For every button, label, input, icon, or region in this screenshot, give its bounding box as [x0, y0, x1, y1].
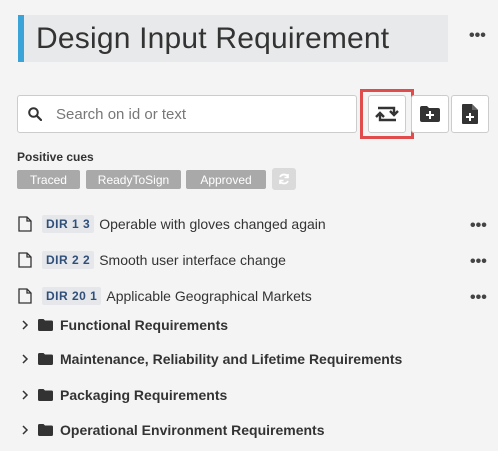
row-more-menu-icon[interactable]: •••	[470, 218, 487, 234]
search-input[interactable]	[56, 105, 336, 123]
chevron-right-icon[interactable]	[20, 389, 30, 401]
document-row[interactable]: DIR 1 3 Operable with gloves changed aga…	[18, 213, 326, 235]
folder-row[interactable]: Packaging Requirements	[20, 384, 227, 406]
file-icon	[18, 288, 32, 304]
document-row[interactable]: DIR 2 2 Smooth user interface change	[18, 249, 286, 271]
page-title: Design Input Requirement	[36, 21, 390, 55]
search-box[interactable]	[17, 95, 357, 133]
document-title: Applicable Geographical Markets	[106, 288, 312, 304]
highlight-box	[360, 89, 414, 139]
header-more-menu-icon[interactable]: •••	[469, 28, 486, 44]
search-icon	[28, 107, 42, 121]
folder-icon	[38, 424, 53, 436]
positive-cues-label: Positive cues	[17, 150, 94, 164]
folder-label: Functional Requirements	[60, 317, 229, 333]
row-more-menu-icon[interactable]: •••	[470, 290, 487, 306]
cue-chip-traced[interactable]: Traced	[17, 170, 80, 189]
folder-row[interactable]: Functional Requirements	[20, 314, 228, 336]
folder-row[interactable]: Operational Environment Requirements	[20, 419, 325, 441]
add-folder-button[interactable]	[411, 95, 449, 133]
refresh-cues-button[interactable]	[272, 168, 296, 190]
add-file-button[interactable]	[451, 95, 489, 133]
refresh-icon	[279, 173, 289, 185]
document-row[interactable]: DIR 20 1 Applicable Geographical Markets	[18, 285, 312, 307]
chevron-right-icon[interactable]	[20, 424, 30, 436]
file-icon	[18, 216, 32, 232]
folder-icon	[38, 319, 53, 331]
chevron-right-icon[interactable]	[20, 353, 30, 365]
file-icon	[18, 252, 32, 268]
cue-chip-approved[interactable]: Approved	[186, 170, 266, 189]
cue-chip-readytosign[interactable]: ReadyToSign	[86, 170, 181, 189]
row-more-menu-icon[interactable]: •••	[470, 254, 487, 270]
page-header: Design Input Requirement	[18, 15, 448, 62]
folder-label: Operational Environment Requirements	[60, 422, 325, 438]
folder-label: Packaging Requirements	[60, 387, 228, 403]
document-id: DIR 2 2	[42, 251, 95, 269]
folder-icon	[38, 353, 53, 365]
file-plus-icon	[462, 104, 478, 124]
document-title: Smooth user interface change	[99, 252, 286, 268]
document-id: DIR 20 1	[42, 287, 102, 305]
folder-plus-icon	[420, 106, 440, 122]
document-id: DIR 1 3	[42, 215, 95, 233]
folder-label: Maintenance, Reliability and Lifetime Re…	[60, 351, 403, 367]
folder-icon	[38, 389, 53, 401]
document-title: Operable with gloves changed again	[99, 216, 326, 232]
folder-row[interactable]: Maintenance, Reliability and Lifetime Re…	[20, 348, 402, 370]
chevron-right-icon[interactable]	[20, 319, 30, 331]
